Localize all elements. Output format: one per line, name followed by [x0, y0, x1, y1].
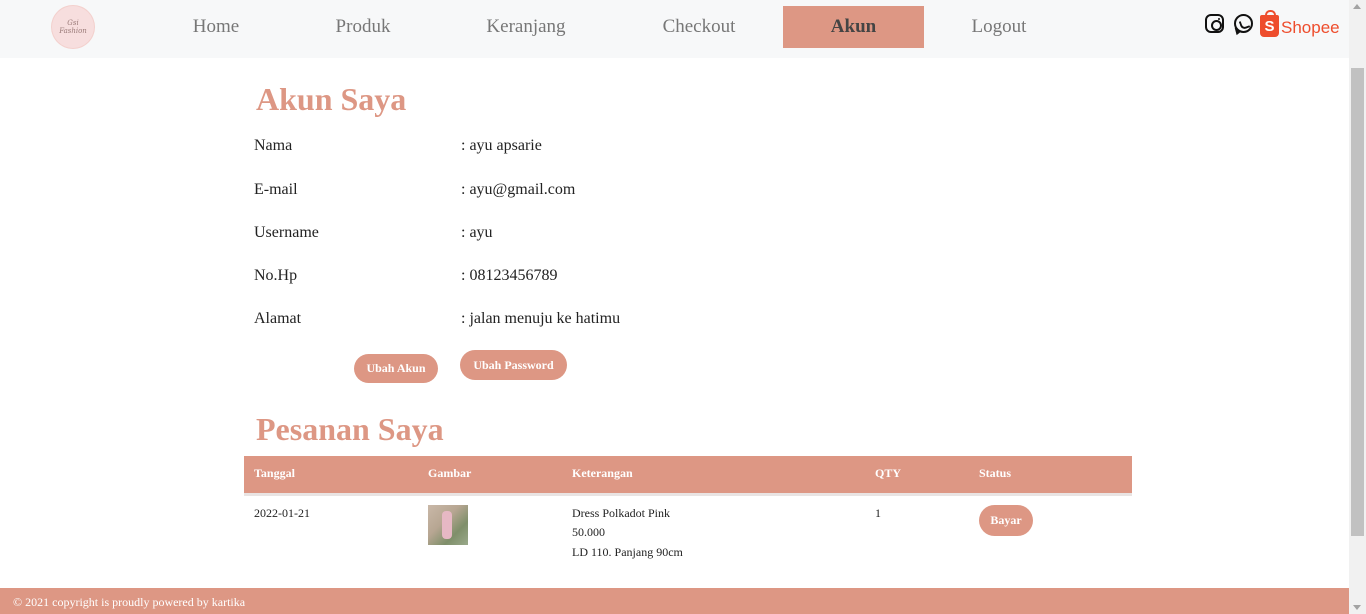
product-description: LD 110. Panjang 90cm	[572, 545, 683, 559]
brand-logo[interactable]: Gsi Fashion	[52, 6, 94, 48]
orders-title: Pesanan Saya	[256, 411, 444, 447]
nav-logout[interactable]: Logout	[949, 6, 1049, 48]
column-status: Status	[979, 466, 1012, 480]
column-keterangan: Keterangan	[572, 466, 633, 480]
account-title: Akun Saya	[256, 81, 407, 117]
label-alamat: Alamat	[254, 310, 302, 327]
value-alamat: : jalan menuju ke hatimu	[461, 310, 621, 327]
label-nohp: No.Hp	[254, 267, 298, 284]
scroll-down-arrow-icon[interactable]	[1353, 605, 1361, 610]
logo-line-2: Fashion	[59, 27, 87, 35]
footer: © 2021 copyright is proudly powered by k…	[0, 588, 1349, 614]
scroll-up-arrow-icon[interactable]	[1353, 4, 1361, 9]
product-name: Dress Polkadot Pink	[572, 506, 671, 520]
value-nama: : ayu apsarie	[461, 137, 542, 154]
label-nama: Nama	[254, 137, 293, 154]
pay-button[interactable]: Bayar	[979, 505, 1033, 536]
logo-line-1: Gsi	[67, 19, 79, 27]
edit-account-button[interactable]: Ubah Akun	[354, 354, 438, 383]
top-navbar: Gsi Fashion Home Produk Keranjang Checko…	[0, 0, 1349, 58]
product-price: 50.000	[572, 525, 605, 539]
shopee-bag-icon: S	[1260, 10, 1279, 37]
instagram-icon[interactable]	[1205, 14, 1224, 33]
change-password-button[interactable]: Ubah Password	[460, 350, 567, 380]
nav-produk[interactable]: Produk	[313, 6, 413, 48]
label-username: Username	[254, 224, 319, 241]
value-username: : ayu	[461, 224, 493, 241]
scroll-thumb[interactable]	[1351, 68, 1364, 536]
label-email: E-mail	[254, 181, 298, 198]
column-gambar: Gambar	[428, 466, 472, 480]
order-date: 2022-01-21	[254, 506, 310, 520]
value-email: : ayu@gmail.com	[461, 181, 576, 198]
nav-akun[interactable]: Akun	[783, 6, 924, 48]
whatsapp-icon[interactable]	[1234, 14, 1253, 33]
shopee-icon[interactable]: S Shopee	[1260, 10, 1340, 40]
orders-table-header: Tanggal Gambar Keterangan QTY Status	[244, 456, 1132, 496]
footer-copyright: © 2021 copyright is proudly powered by k…	[13, 595, 246, 609]
product-thumbnail	[428, 505, 468, 545]
column-qty: QTY	[875, 466, 902, 480]
nav-checkout[interactable]: Checkout	[643, 6, 755, 48]
shopee-label: Shopee	[1281, 18, 1340, 37]
order-qty: 1	[875, 506, 881, 520]
value-nohp: : 08123456789	[461, 267, 558, 284]
nav-keranjang[interactable]: Keranjang	[466, 6, 586, 48]
nav-home[interactable]: Home	[166, 6, 266, 48]
column-tanggal: Tanggal	[254, 466, 295, 480]
page-scrollbar[interactable]	[1349, 0, 1366, 614]
